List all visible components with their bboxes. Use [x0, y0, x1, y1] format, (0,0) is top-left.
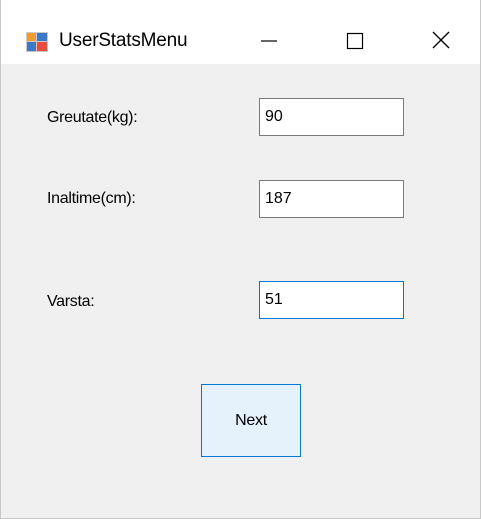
weight-label: Greutate(kg): — [47, 109, 138, 126]
height-label: Inaltime(cm): — [47, 190, 136, 207]
close-icon — [432, 31, 450, 49]
age-label: Varsta: — [47, 293, 95, 310]
maximize-icon — [346, 32, 364, 50]
window-title: UserStatsMenu — [59, 30, 188, 51]
weight-input[interactable] — [259, 98, 404, 136]
app-icon — [26, 32, 48, 52]
app-window: UserStatsMenu Greutate(kg): Inaltime(cm)… — [0, 0, 481, 519]
next-button[interactable]: Next — [201, 384, 301, 457]
minimize-button[interactable] — [239, 16, 299, 64]
title-bar[interactable]: UserStatsMenu — [1, 0, 480, 64]
height-input[interactable] — [259, 180, 404, 218]
maximize-button[interactable] — [324, 16, 384, 64]
age-input[interactable] — [259, 281, 404, 319]
close-button[interactable] — [411, 16, 471, 64]
minimize-icon — [261, 40, 277, 42]
